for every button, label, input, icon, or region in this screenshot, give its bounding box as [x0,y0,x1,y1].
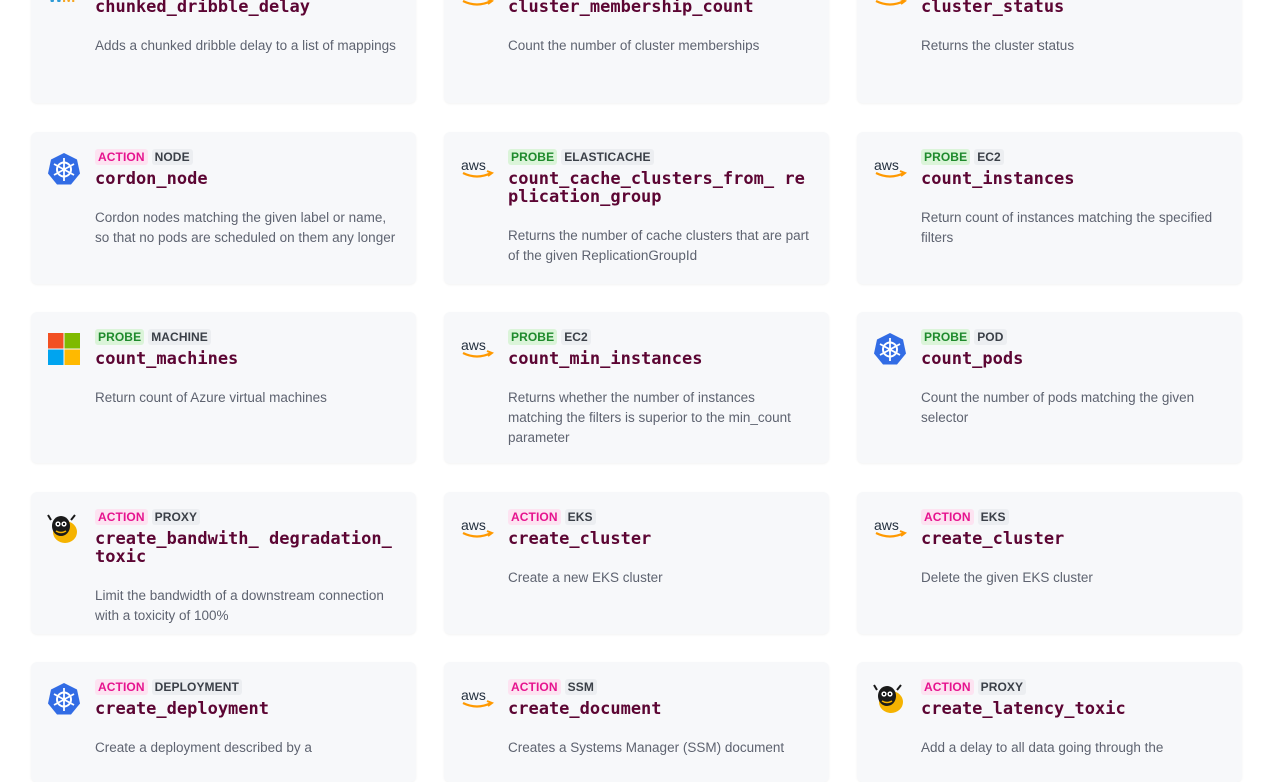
card-title: create_bandwith_ degradation_toxic [95,529,392,567]
svg-text:aws: aws [874,517,899,533]
kubernetes-icon [47,682,81,716]
card-title: cluster_membership_count [508,0,754,17]
aws-icon: aws [460,512,494,546]
target-tag: EC2 [561,329,591,345]
actions-probes-grid: WM ACTION chunked_dribble_delay Adds a c… [0,0,1270,782]
type-tag: ACTION [508,679,561,695]
card-description: Count the number of cluster memberships [508,38,760,53]
card-title: count_cache_clusters_from_ replication_g… [508,169,805,207]
aws-icon: aws [460,0,494,14]
card-description: Returns the cluster status [921,38,1075,53]
target-tag: DEPLOYMENT [151,679,242,695]
type-tag: ACTION [921,509,974,525]
card-title: chunked_dribble_delay [95,0,310,17]
type-tag: ACTION [95,149,148,165]
type-tag: ACTION [95,509,148,525]
card-title: cluster_status [921,0,1065,17]
kubernetes-icon [47,152,81,186]
toxiproxy-icon [873,682,907,716]
target-tag: MACHINE [148,329,211,345]
card-description: Return count of Azure virtual machines [95,390,327,405]
target-tag: EC2 [974,149,1004,165]
aws-icon: aws [460,332,494,366]
card-description: Return count of instances matching the s… [921,210,1213,245]
card-description: Returns the number of cache clusters tha… [508,228,809,263]
card-description: Create a deployment described by a [95,740,312,755]
target-tag: SSM [564,679,597,695]
svg-text:M: M [62,0,75,6]
type-tag: PROBE [95,329,145,345]
type-tag: ACTION [95,679,148,695]
card-cluster-membership-count[interactable]: aws PROBE cluster_membership_count Count… [444,0,829,103]
card-description: Adds a chunked dribble delay to a list o… [95,38,396,53]
card-description: Returns whether the number of instances … [508,390,791,445]
card-title: count_min_instances [508,349,703,369]
card-description: Count the number of pods matching the gi… [921,390,1195,425]
card-description: Create a new EKS cluster [508,570,663,585]
type-tag: ACTION [921,679,974,695]
card-count-machines[interactable]: PROBE MACHINE count_machines Return coun… [31,312,416,463]
kubernetes-icon [873,332,907,366]
card-create-deployment[interactable]: ACTION DEPLOYMENT create_deployment Crea… [31,662,416,782]
card-title: cordon_node [95,169,208,189]
card-chunked-dribble-delay[interactable]: WM ACTION chunked_dribble_delay Adds a c… [31,0,416,103]
card-count-cache-clusters[interactable]: aws PROBE ELASTICACHE count_cache_cluste… [444,132,829,284]
card-description: Add a delay to all data going through th… [921,740,1164,755]
card-description: Cordon nodes matching the given label or… [95,210,396,245]
card-title: count_pods [921,349,1024,369]
card-create-bandwith-degradation-toxic[interactable]: ACTION PROXY create_bandwith_ degradatio… [31,492,416,634]
card-cluster-status[interactable]: aws PROBE cluster_status Returns the clu… [857,0,1242,103]
svg-text:aws: aws [461,687,486,703]
aws-icon: aws [873,512,907,546]
svg-text:aws: aws [461,157,486,173]
aws-icon: aws [460,152,494,186]
svg-text:aws: aws [461,337,486,353]
card-description: Creates a Systems Manager (SSM) document [508,740,785,755]
target-tag: PROXY [977,679,1027,695]
card-title: create_latency_toxic [921,699,1126,719]
target-tag: EKS [564,509,596,525]
card-count-instances[interactable]: aws PROBE EC2 count_instances Return cou… [857,132,1242,284]
card-create-cluster[interactable]: aws ACTION EKS create_cluster Create a n… [444,492,829,634]
card-title: count_machines [95,349,239,369]
card-title: create_deployment [95,699,269,719]
card-cordon-node[interactable]: ACTION NODE cordon_node Cordon nodes mat… [31,132,416,284]
card-title: create_document [508,699,662,719]
target-tag: POD [974,329,1007,345]
target-tag: NODE [151,149,193,165]
card-create-document[interactable]: aws ACTION SSM create_document Creates a… [444,662,829,782]
type-tag: ACTION [508,509,561,525]
aws-icon: aws [873,152,907,186]
aws-icon: aws [460,682,494,716]
card-description: Limit the bandwidth of a downstream conn… [95,588,384,623]
card-title: count_instances [921,169,1075,189]
card-title: create_cluster [508,529,652,549]
target-tag: PROXY [151,509,201,525]
target-tag: EKS [977,509,1009,525]
svg-text:aws: aws [461,517,486,533]
type-tag: PROBE [921,149,971,165]
type-tag: PROBE [921,329,971,345]
microsoft-icon [47,332,81,366]
card-create-latency-toxic[interactable]: ACTION PROXY create_latency_toxic Add a … [857,662,1242,782]
card-title: create_cluster [921,529,1065,549]
card-create-cluster-2[interactable]: aws ACTION EKS create_cluster Delete the… [857,492,1242,634]
toxiproxy-icon [47,512,81,546]
type-tag: PROBE [508,149,558,165]
wiremock-icon: WM [47,0,81,14]
card-count-min-instances[interactable]: aws PROBE EC2 count_min_instances Return… [444,312,829,463]
aws-icon: aws [873,0,907,14]
type-tag: PROBE [508,329,558,345]
card-description: Delete the given EKS cluster [921,570,1093,585]
svg-text:aws: aws [874,157,899,173]
card-count-pods[interactable]: PROBE POD count_pods Count the number of… [857,312,1242,463]
target-tag: ELASTICACHE [561,149,654,165]
